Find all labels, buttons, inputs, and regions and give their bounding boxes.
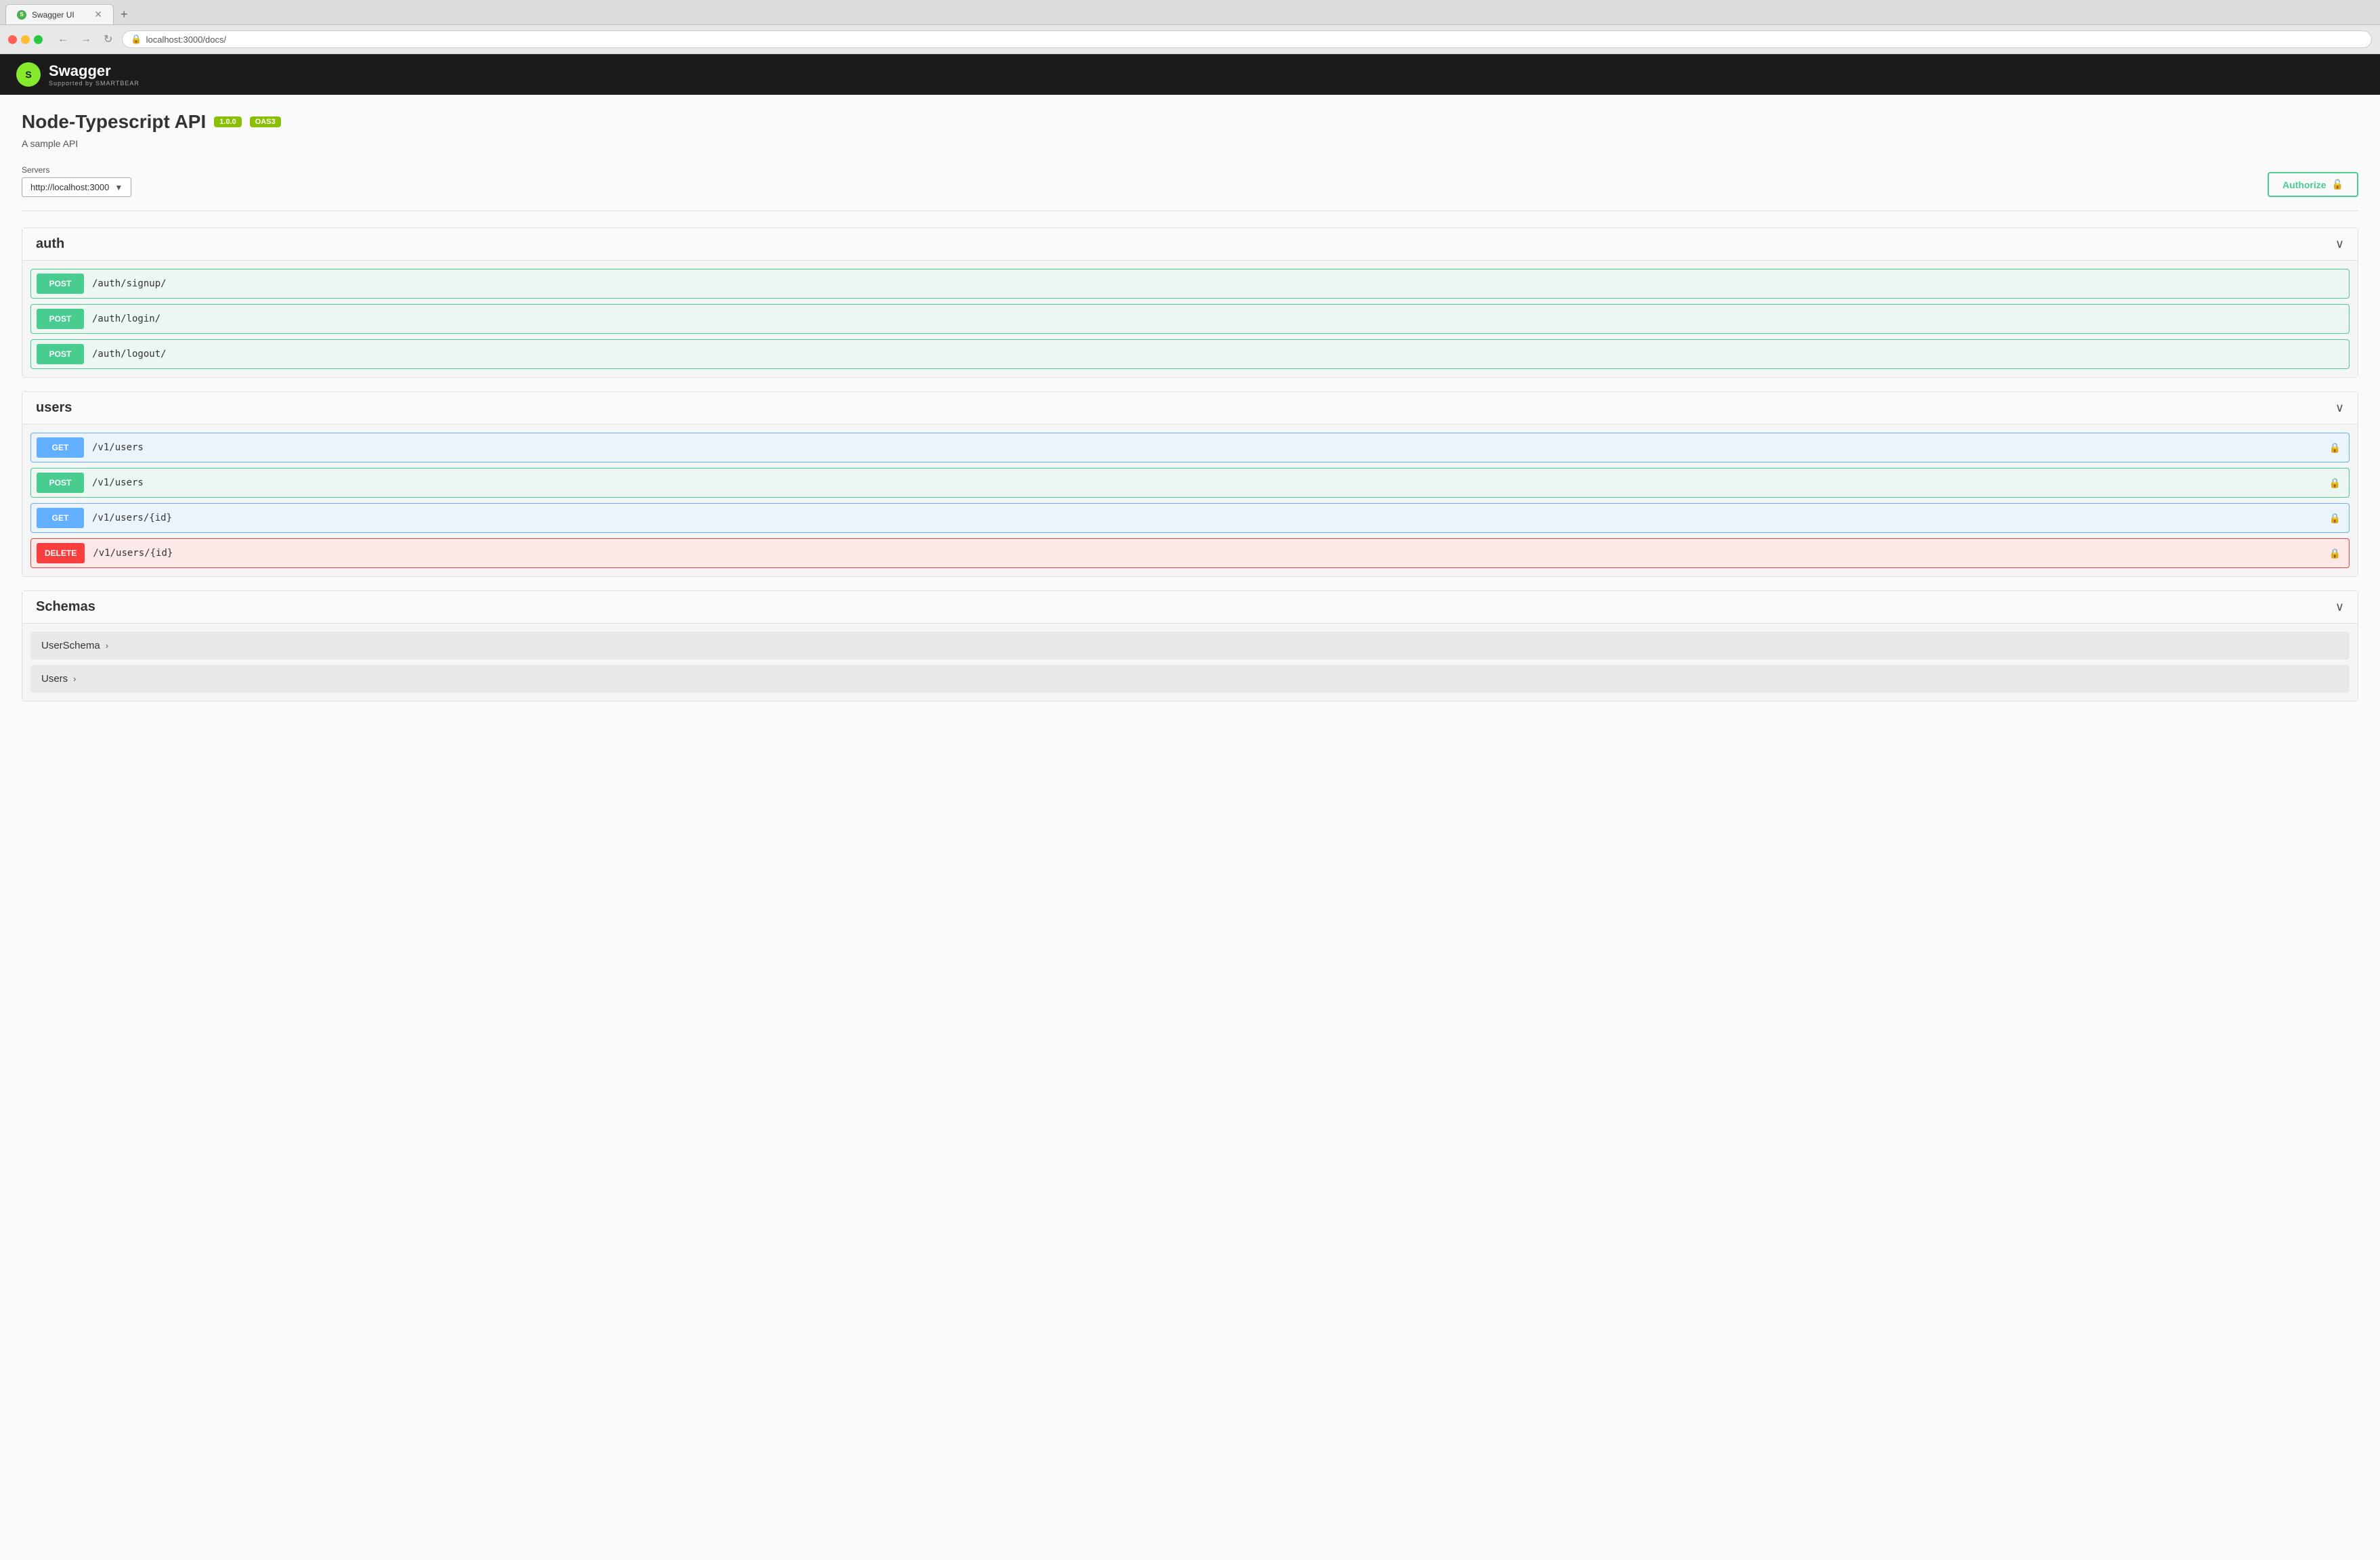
api-title-section: Node-Typescript API 1.0.0 OAS3 A sample … (22, 111, 2358, 149)
api-title-row: Node-Typescript API 1.0.0 OAS3 (22, 111, 2358, 133)
auth-group-header[interactable]: auth ∨ (22, 228, 2358, 261)
swagger-title-group: Swagger Supported by SMARTBEAR (49, 62, 139, 87)
endpoint-path-post-v1-users: /v1/users (89, 472, 2329, 494)
lock-icon-post-users: 🔒 (2329, 477, 2341, 489)
oas-badge: OAS3 (250, 116, 281, 127)
auth-group-name: auth (36, 236, 64, 252)
authorize-button[interactable]: Authorize 🔓 (2268, 172, 2358, 197)
endpoint-post-auth-login[interactable]: POST /auth/login/ (30, 304, 2350, 334)
swagger-sub: Supported by SMARTBEAR (49, 80, 139, 87)
endpoint-path-auth-signup: /auth/signup/ (89, 273, 2349, 295)
endpoint-path-auth-logout: /auth/logout/ (89, 343, 2349, 365)
minimize-window-button[interactable] (21, 35, 30, 44)
method-badge-delete-users-id: DELETE (37, 543, 85, 563)
endpoint-path-delete-v1-users-id: /v1/users/{id} (90, 542, 2329, 564)
tab-bar: S Swagger UI ✕ + (0, 0, 2380, 25)
endpoint-path-auth-login: /auth/login/ (89, 308, 2349, 330)
endpoint-post-auth-signup[interactable]: POST /auth/signup/ (30, 269, 2350, 299)
address-bar[interactable]: 🔒 localhost:3000/docs/ (122, 30, 2372, 48)
method-badge-post-logout: POST (37, 344, 84, 364)
server-select-arrow: ▼ (114, 183, 123, 192)
schema-item-userschema[interactable]: UserSchema › (30, 632, 2350, 659)
swagger-brand: Swagger (49, 62, 139, 80)
lock-icon-delete-users-id: 🔒 (2329, 548, 2341, 559)
swagger-logo: S (16, 62, 41, 87)
lock-icon-get-users: 🔒 (2329, 442, 2341, 454)
browser-tab[interactable]: S Swagger UI ✕ (5, 4, 114, 24)
authorize-label: Authorize (2282, 179, 2327, 190)
browser-nav: ← → ↻ (53, 31, 116, 47)
maximize-window-button[interactable] (34, 35, 43, 44)
api-title-text: Node-Typescript API (22, 111, 206, 133)
method-badge-get-users: GET (37, 437, 84, 458)
schemas-title: Schemas (36, 599, 95, 615)
api-description: A sample API (22, 138, 2358, 149)
server-url: http://localhost:3000 (30, 182, 109, 192)
users-group-body: GET /v1/users 🔒 POST /v1/users 🔒 GET /v1… (22, 425, 2358, 576)
method-badge-post-login: POST (37, 309, 84, 329)
endpoint-delete-v1-users-id[interactable]: DELETE /v1/users/{id} 🔒 (30, 538, 2350, 568)
tab-close-button[interactable]: ✕ (94, 9, 102, 20)
users-group: users ∨ GET /v1/users 🔒 POST /v1/users 🔒… (22, 391, 2358, 577)
auth-group-body: POST /auth/signup/ POST /auth/login/ POS… (22, 261, 2358, 377)
method-badge-post-users: POST (37, 473, 84, 493)
users-group-name: users (36, 400, 72, 416)
schemas-section: Schemas ∨ UserSchema › Users › (22, 590, 2358, 701)
schemas-header[interactable]: Schemas ∨ (22, 591, 2358, 624)
forward-button[interactable]: → (77, 32, 95, 47)
endpoint-path-get-v1-users-id: /v1/users/{id} (89, 507, 2329, 529)
version-badge: 1.0.0 (214, 116, 241, 127)
close-window-button[interactable] (8, 35, 17, 44)
browser-chrome: ← → ↻ 🔒 localhost:3000/docs/ (0, 25, 2380, 54)
swagger-header: S Swagger Supported by SMARTBEAR (0, 54, 2380, 95)
swagger-body: Node-Typescript API 1.0.0 OAS3 A sample … (0, 95, 2380, 1560)
tab-title: Swagger UI (32, 10, 74, 20)
schema-name-userschema: UserSchema (41, 640, 100, 651)
tab-favicon: S (17, 10, 26, 20)
servers-label: Servers (22, 165, 131, 175)
auth-chevron-icon: ∨ (2335, 237, 2344, 251)
url-text: localhost:3000/docs/ (146, 35, 227, 45)
endpoint-get-v1-users[interactable]: GET /v1/users 🔒 (30, 433, 2350, 462)
method-badge-get-users-id: GET (37, 508, 84, 528)
schema-body: UserSchema › Users › (22, 624, 2358, 701)
users-group-header[interactable]: users ∨ (22, 392, 2358, 425)
auth-group: auth ∨ POST /auth/signup/ POST /auth/log… (22, 228, 2358, 378)
schema-item-users[interactable]: Users › (30, 665, 2350, 693)
schemas-chevron-icon: ∨ (2335, 600, 2344, 614)
lock-icon: 🔓 (2332, 179, 2343, 190)
schema-expand-users: › (73, 674, 76, 684)
endpoint-post-auth-logout[interactable]: POST /auth/logout/ (30, 339, 2350, 369)
endpoint-post-v1-users[interactable]: POST /v1/users 🔒 (30, 468, 2350, 498)
servers-section: Servers http://localhost:3000 ▼ Authoriz… (22, 165, 2358, 211)
schema-expand-userschema: › (106, 641, 108, 651)
endpoint-path-get-v1-users: /v1/users (89, 437, 2329, 458)
new-tab-button[interactable]: + (115, 5, 133, 24)
schema-name-users: Users (41, 673, 68, 685)
endpoint-get-v1-users-id[interactable]: GET /v1/users/{id} 🔒 (30, 503, 2350, 533)
traffic-lights (8, 35, 43, 44)
servers-control: Servers http://localhost:3000 ▼ (22, 165, 131, 197)
server-select[interactable]: http://localhost:3000 ▼ (22, 177, 131, 197)
lock-icon-get-users-id: 🔒 (2329, 513, 2341, 524)
reload-button[interactable]: ↻ (100, 31, 116, 47)
back-button[interactable]: ← (53, 32, 72, 47)
users-chevron-icon: ∨ (2335, 401, 2344, 415)
method-badge-post: POST (37, 274, 84, 294)
